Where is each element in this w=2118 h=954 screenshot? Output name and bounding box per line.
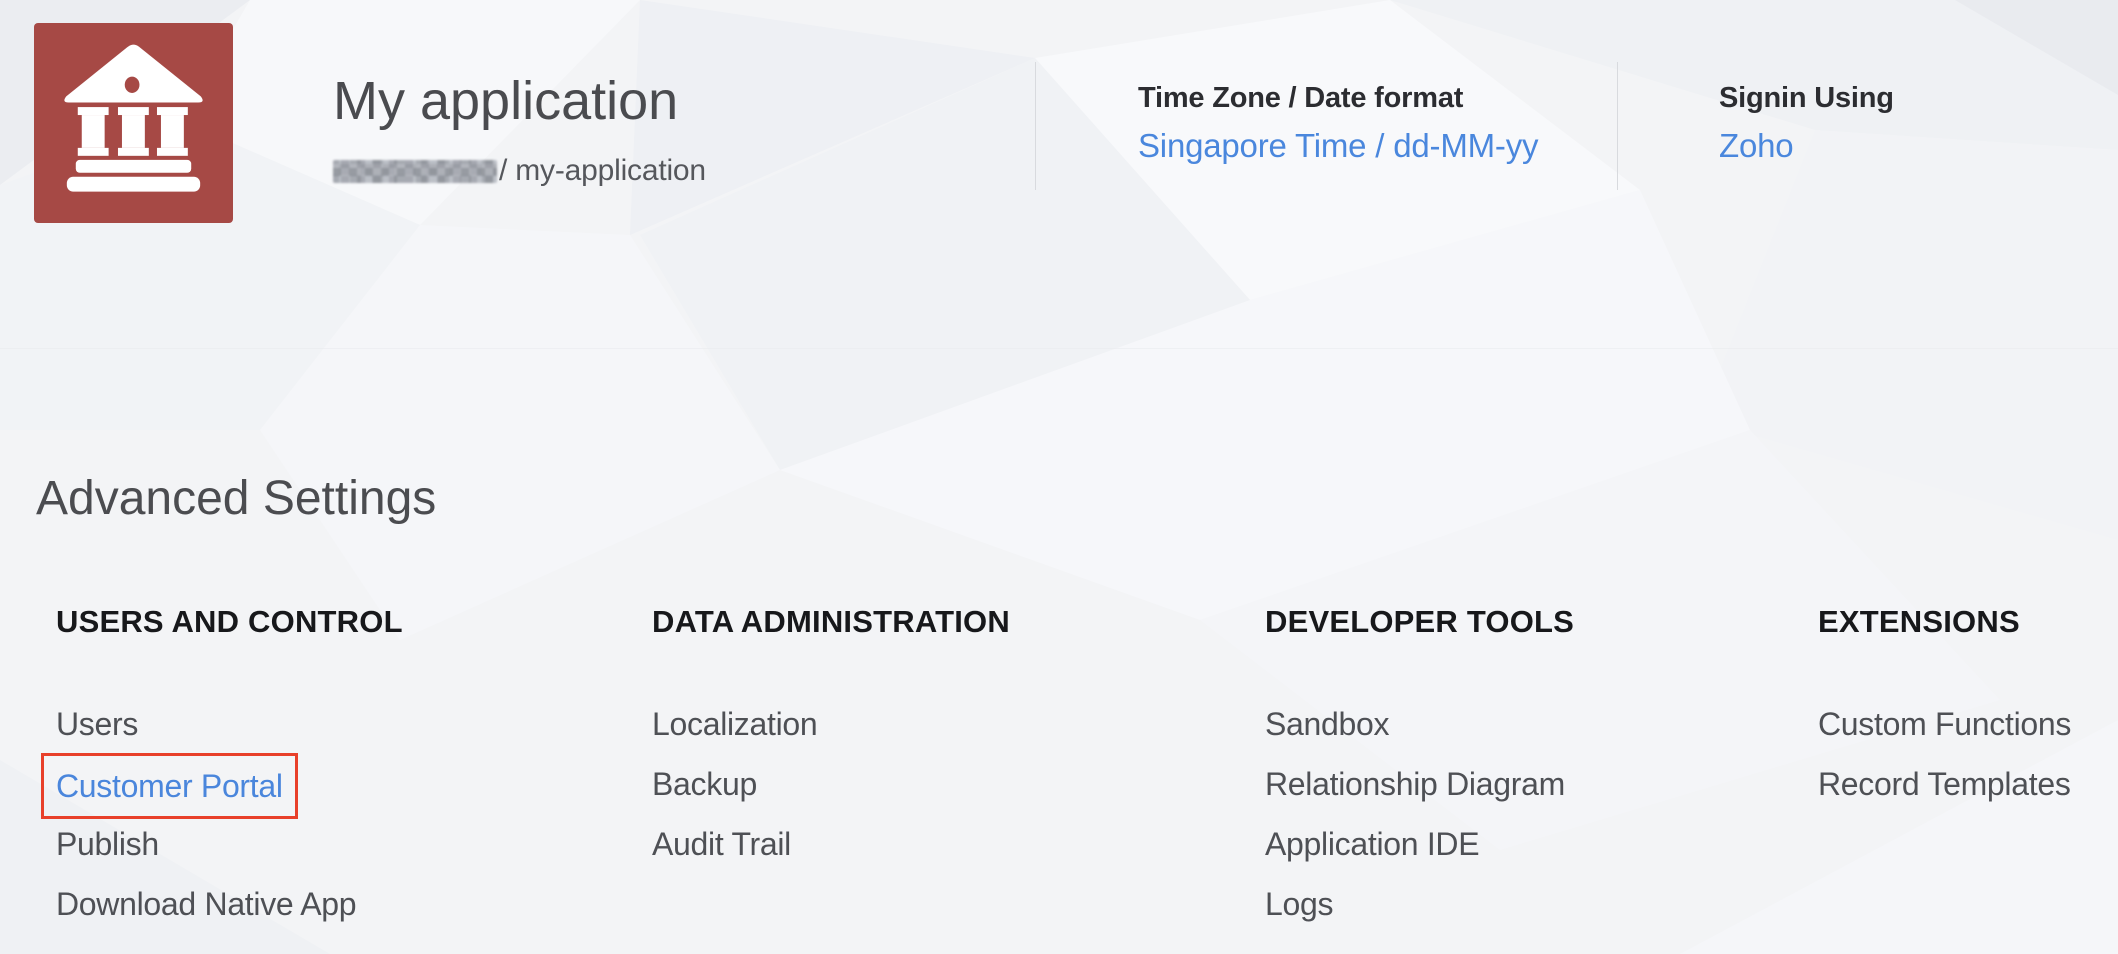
- column-heading: USERS AND CONTROL: [56, 604, 403, 640]
- settings-link-application-ide[interactable]: Application IDE: [1265, 826, 1479, 863]
- signin-label: Signin Using: [1719, 80, 1894, 116]
- settings-column-developer-tools: DEVELOPER TOOLS Sandbox Relationship Dia…: [1265, 600, 1574, 934]
- app-icon: [34, 23, 233, 223]
- list-item: Logs: [1265, 874, 1574, 934]
- settings-link-publish[interactable]: Publish: [56, 826, 159, 863]
- header-divider: [1035, 62, 1036, 190]
- list-item: Localization: [652, 694, 1010, 754]
- settings-link-sandbox[interactable]: Sandbox: [1265, 706, 1389, 743]
- timezone-value-link[interactable]: Singapore Time / dd-MM-yy: [1138, 126, 1538, 166]
- column-heading: EXTENSIONS: [1818, 604, 2071, 640]
- app-path: / my-application: [333, 156, 706, 186]
- settings-link-relationship-diagram[interactable]: Relationship Diagram: [1265, 766, 1565, 803]
- settings-link-custom-functions[interactable]: Custom Functions: [1818, 706, 2071, 743]
- list-item: Publish: [56, 814, 403, 874]
- settings-link-download-native-app[interactable]: Download Native App: [56, 886, 356, 923]
- timezone-block: Time Zone / Date format Singapore Time /…: [1138, 80, 1538, 166]
- list-item: Download Native App: [56, 874, 403, 934]
- bank-icon: [34, 23, 233, 223]
- section-title: Advanced Settings: [36, 470, 436, 528]
- signin-value-link[interactable]: Zoho: [1719, 126, 1793, 166]
- list-item: Audit Trail: [652, 814, 1010, 874]
- list-item: Users: [56, 694, 403, 754]
- app-path-suffix: / my-application: [499, 154, 706, 188]
- workspace-name-redacted: [333, 160, 497, 183]
- settings-link-customer-portal[interactable]: Customer Portal: [56, 768, 283, 805]
- list-item: Custom Functions: [1818, 694, 2071, 754]
- settings-link-logs[interactable]: Logs: [1265, 886, 1333, 923]
- settings-link-audit-trail[interactable]: Audit Trail: [652, 826, 791, 863]
- timezone-label: Time Zone / Date format: [1138, 80, 1538, 116]
- list-item: Relationship Diagram: [1265, 754, 1574, 814]
- settings-column-users-and-control: USERS AND CONTROL Users Customer Portal …: [56, 600, 403, 934]
- signin-block: Signin Using Zoho: [1719, 80, 1894, 166]
- list-item: Backup: [652, 754, 1010, 814]
- column-heading: DEVELOPER TOOLS: [1265, 604, 1574, 640]
- settings-column-data-administration: DATA ADMINISTRATION Localization Backup …: [652, 600, 1010, 874]
- highlight-box: Customer Portal: [41, 753, 298, 819]
- list-item: Record Templates: [1818, 754, 2071, 814]
- list-item: Customer Portal: [56, 754, 403, 814]
- header-divider: [1617, 62, 1618, 190]
- list-item: Sandbox: [1265, 694, 1574, 754]
- app-title: My application: [333, 68, 678, 134]
- settings-link-localization[interactable]: Localization: [652, 706, 817, 743]
- settings-link-users[interactable]: Users: [56, 706, 138, 743]
- settings-link-record-templates[interactable]: Record Templates: [1818, 766, 2071, 803]
- settings-link-backup[interactable]: Backup: [652, 766, 757, 803]
- column-heading: DATA ADMINISTRATION: [652, 604, 1010, 640]
- list-item: Application IDE: [1265, 814, 1574, 874]
- settings-column-extensions: EXTENSIONS Custom Functions Record Templ…: [1818, 600, 2071, 814]
